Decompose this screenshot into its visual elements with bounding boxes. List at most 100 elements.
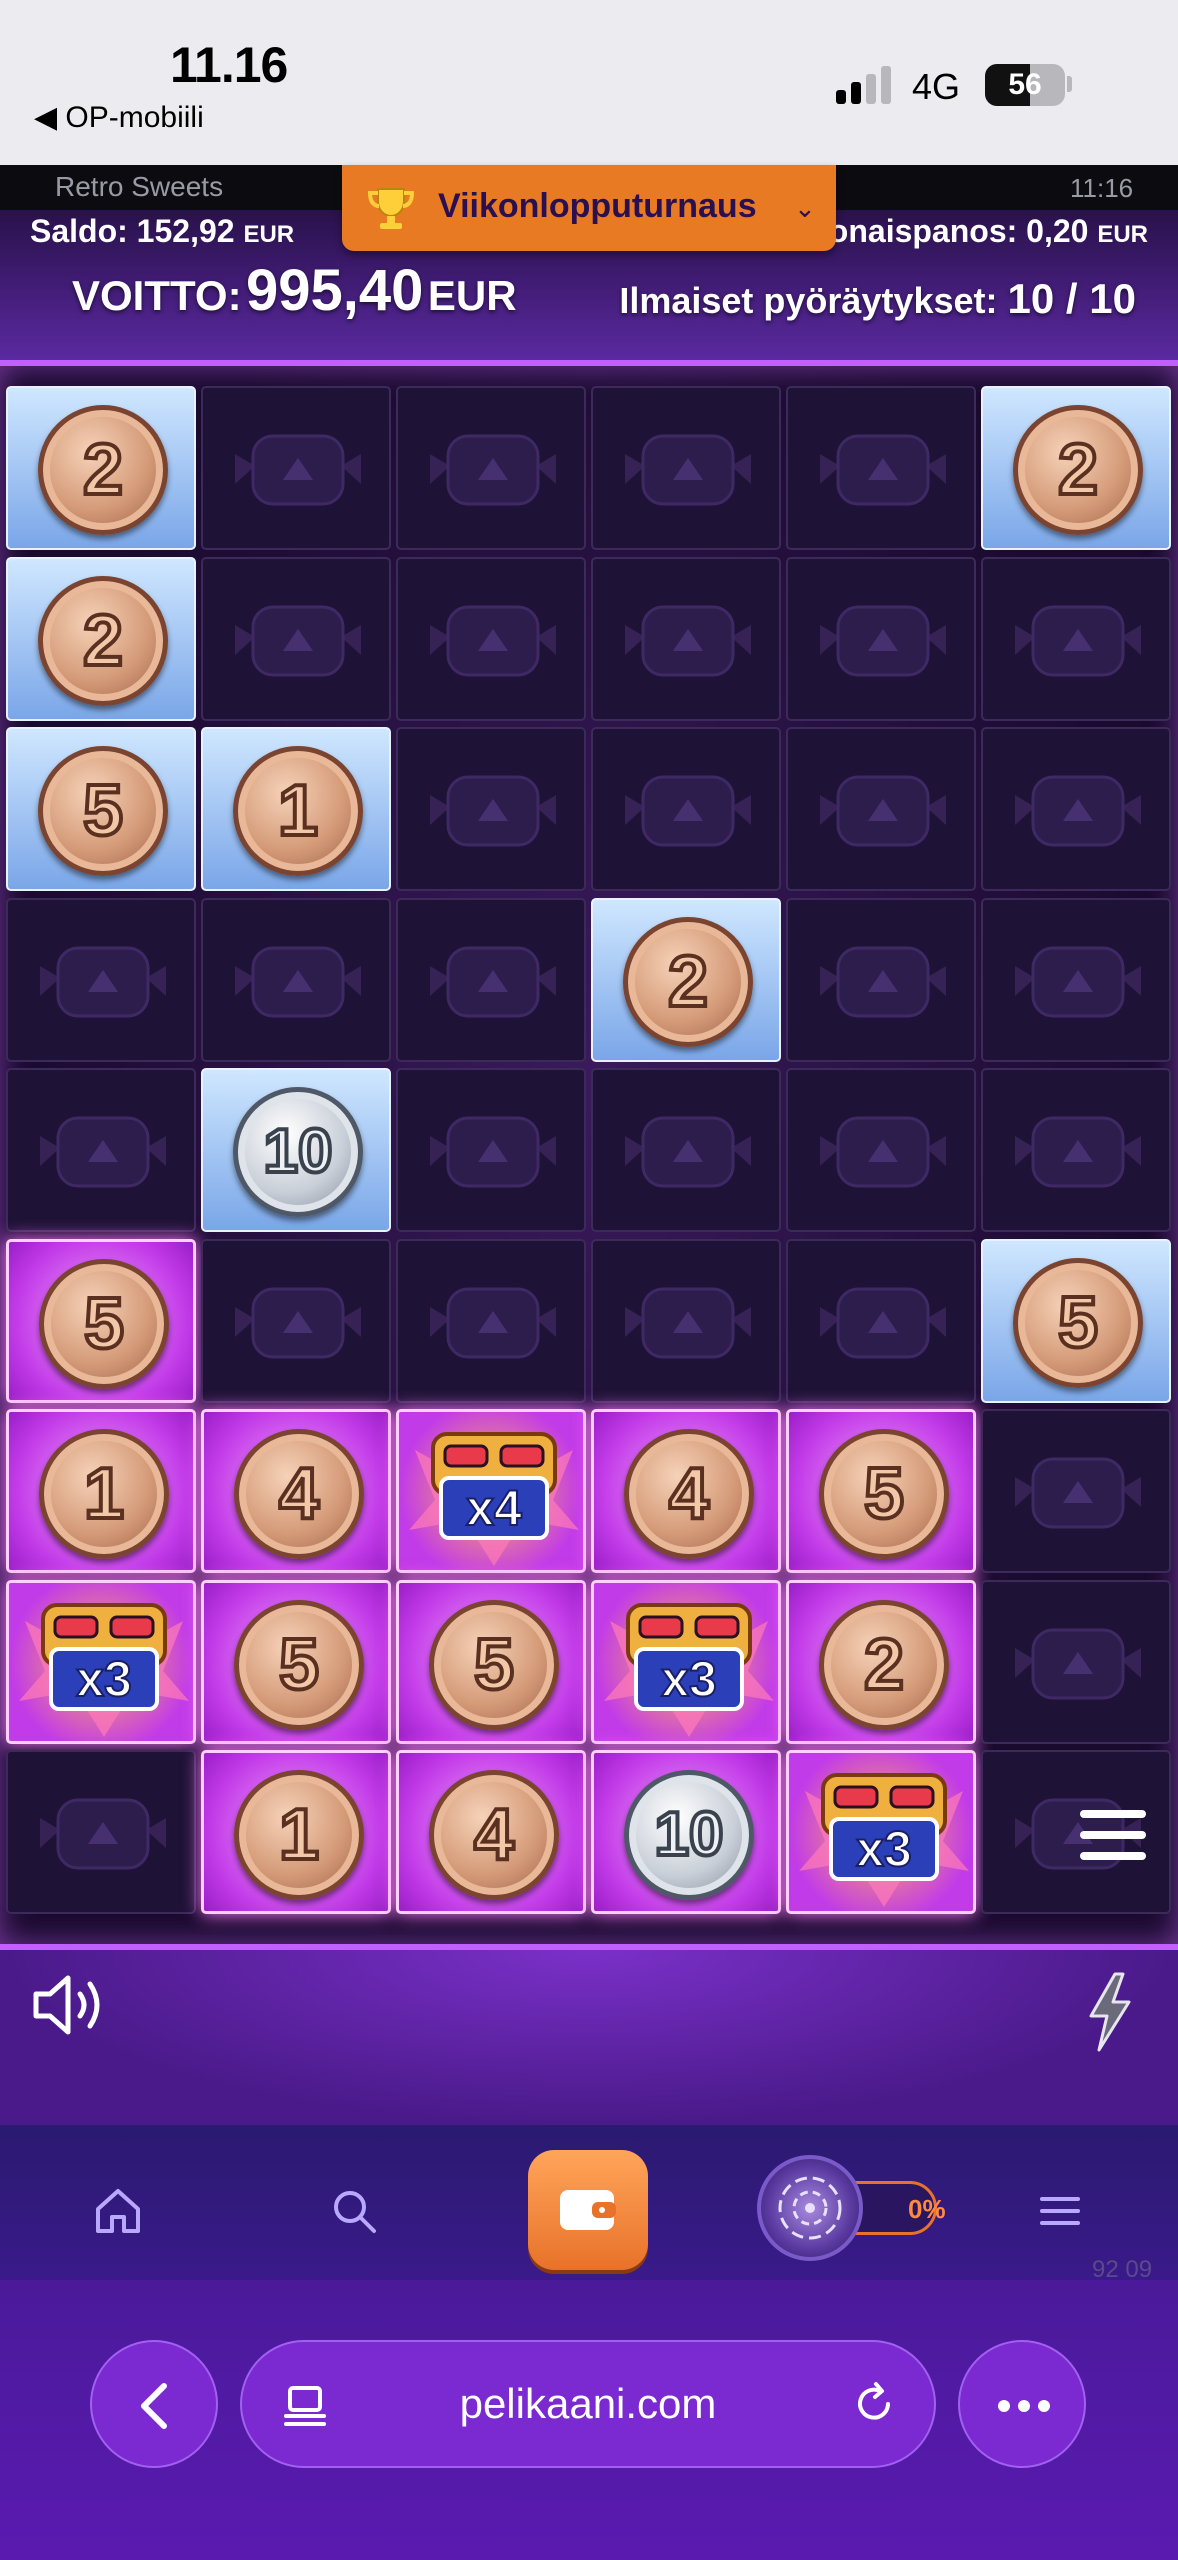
bronze-coin-icon: 2 [623,917,753,1047]
coin-value: 4 [667,1452,711,1536]
grid-cell-multiplier: x4 [396,1409,586,1573]
address-bar[interactable]: pelikaani.com [240,2340,936,2468]
home-icon[interactable] [92,2185,144,2237]
grid-cell-multiplier: x3 [591,1580,781,1744]
multiplier-badge: x4 [439,1476,549,1540]
candy-placeholder-icon [430,1116,556,1188]
trophy-icon [367,188,415,229]
wheel-percent: 0% [908,2194,946,2224]
game-header: Retro Sweets 11:16 Saldo: 152,92 EUR Kok… [0,165,1178,360]
freespins-display: Ilmaiset pyöräytykset: 10 / 10 [619,275,1136,323]
grid-cell-empty [396,557,586,721]
candy-placeholder-icon [1015,1628,1141,1700]
grid-cell-coin: 2 [6,557,196,721]
grid-cell-empty [591,557,781,721]
coin-value: 5 [1056,1281,1100,1365]
candy-placeholder-icon [625,434,751,506]
total-bet-value: 0,20 [1026,213,1089,249]
speaker-icon[interactable] [30,1970,110,2040]
candy-placeholder-icon [820,605,946,677]
candy-placeholder-icon [820,1116,946,1188]
coin-value: 1 [276,769,320,853]
bronze-coin-icon: 5 [1013,1258,1143,1388]
grid-cell-empty [981,557,1171,721]
silver-coin-icon: 10 [624,1770,754,1900]
grid-cell-coin: 5 [981,1239,1171,1403]
grid-cell-empty [981,1068,1171,1232]
grid-cell-coin: 10 [201,1068,391,1232]
bronze-coin-icon: 4 [624,1429,754,1559]
candy-placeholder-icon [820,434,946,506]
wallet-button[interactable] [528,2150,648,2270]
status-bar: 11.16 ◀ OP-mobiili 4G 56 [0,0,1178,165]
candy-placeholder-icon [625,1116,751,1188]
battery-icon: 56 [985,64,1065,106]
more-dots-icon [998,2400,1050,2412]
search-icon[interactable] [328,2185,380,2237]
candy-placeholder-icon [820,946,946,1018]
grid-cell-coin: 5 [6,727,196,891]
grid-cell-coin: 2 [591,898,781,1062]
bronze-coin-icon: 4 [234,1429,364,1559]
browser-more-button[interactable] [958,2340,1086,2468]
grid-cell-coin: 4 [591,1409,781,1573]
grid-cell-coin: 2 [6,386,196,550]
candy-placeholder-icon [235,434,361,506]
balance-value: 152,92 [136,213,235,249]
grid-cell-empty [396,727,586,891]
candy-placeholder-icon [430,775,556,847]
win-display: VOITTO: 995,40 EUR [72,257,517,324]
bronze-coin-icon: 1 [233,746,363,876]
bronze-coin-icon: 4 [429,1770,559,1900]
grid-cell-empty [201,898,391,1062]
grid-cell-coin: 5 [396,1580,586,1744]
signal-icon [836,64,894,104]
total-bet-currency: EUR [1097,221,1148,248]
tournament-dropdown[interactable]: Viikonlopputurnaus ⌄ [342,165,836,251]
grid-cell-empty [396,898,586,1062]
balance-currency: EUR [243,221,295,248]
browser-back-button[interactable] [90,2340,218,2468]
grid-cell-empty [981,1580,1171,1744]
grid-cell-coin: 10 [591,1750,781,1914]
grid-cell-empty [591,727,781,891]
grid-cell-coin: 5 [6,1239,196,1403]
bronze-coin-icon: 2 [38,405,168,535]
candy-placeholder-icon [430,605,556,677]
game-control-strip [0,1950,1178,2125]
candy-placeholder-icon [1015,1116,1141,1188]
grid-cell-coin: 2 [786,1580,976,1744]
coin-value: 5 [472,1623,516,1707]
grid-cell-multiplier: x3 [786,1750,976,1914]
grid-cell-empty [201,1239,391,1403]
bonus-wheel-widget[interactable]: 0% [757,2155,946,2265]
grid-cell-empty [786,727,976,891]
game-title: Retro Sweets [55,171,224,202]
grid-cell-coin: 2 [981,386,1171,550]
battery-tip [1067,76,1072,92]
grid-cell-empty [201,557,391,721]
bronze-coin-icon: 5 [234,1600,364,1730]
wallet-icon [560,2190,616,2230]
grid-cell-multiplier: x3 [6,1580,196,1744]
coin-value: 1 [82,1452,126,1536]
coin-value: 5 [82,1282,126,1366]
coin-value: 2 [81,599,125,683]
multiplier-value: x3 [660,1650,718,1708]
game-menu-button[interactable] [1080,1810,1146,1860]
freespins-value: 10 / 10 [1007,275,1136,322]
candy-placeholder-icon [820,1287,946,1359]
menu-icon[interactable] [1034,2185,1086,2237]
grid-cell-empty [591,1068,781,1232]
grid-cell-empty [786,898,976,1062]
grid-cell-coin: 4 [396,1750,586,1914]
back-to-app-link[interactable]: ◀ OP-mobiili [34,100,204,135]
candy-placeholder-icon [430,1287,556,1359]
coin-value: 1 [277,1793,321,1877]
lightning-icon[interactable] [1085,1972,1135,2052]
chevron-down-icon: ⌄ [794,193,816,223]
reload-icon[interactable] [850,2380,898,2428]
grid-cell-empty [396,386,586,550]
coin-value: 10 [262,1115,335,1188]
coin-value: 4 [472,1793,516,1877]
